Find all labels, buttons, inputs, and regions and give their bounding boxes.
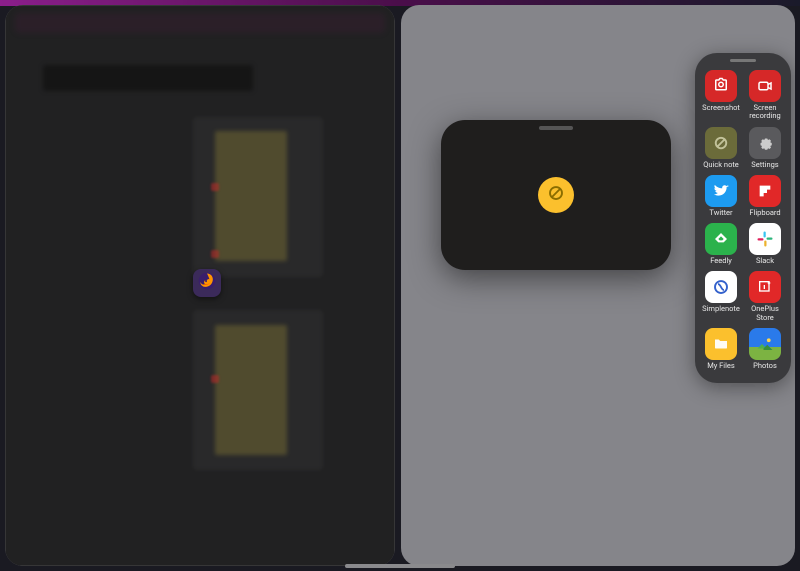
sidebar-item-my-files[interactable]: My Files	[701, 325, 741, 371]
floating-note-window[interactable]	[441, 120, 671, 270]
sidebar-drag-handle[interactable]	[730, 59, 756, 62]
sidebar-app-grid: Screenshot Screen recording Quick note	[701, 67, 785, 371]
sidebar-item-label: Flipboard	[749, 209, 780, 217]
block-icon	[547, 184, 565, 206]
firefox-app-badge[interactable]	[193, 269, 221, 297]
smart-sidebar-panel[interactable]: Screenshot Screen recording Quick note	[695, 53, 791, 383]
sidebar-item-label: Screen recording	[749, 104, 781, 121]
oneplus-icon	[749, 271, 781, 303]
left-content-thumb	[215, 131, 287, 261]
sidebar-item-label: Twitter	[709, 209, 732, 217]
split-screen-container: Screenshot Screen recording Quick note	[0, 0, 800, 571]
folder-icon	[705, 328, 737, 360]
left-pane[interactable]	[5, 5, 395, 566]
firefox-icon	[197, 271, 217, 295]
sidebar-item-label: My Files	[707, 362, 735, 370]
sidebar-item-quick-note[interactable]: Quick note	[701, 124, 741, 170]
sidebar-item-label: Settings	[751, 161, 778, 169]
sidebar-item-label: Feedly	[710, 257, 732, 265]
record-icon	[749, 70, 781, 102]
left-badge-dot	[211, 250, 219, 258]
sidebar-item-simplenote[interactable]: Simplenote	[701, 268, 741, 323]
flipboard-icon	[749, 175, 781, 207]
home-indicator[interactable]	[345, 564, 455, 568]
gear-icon	[749, 127, 781, 159]
twitter-icon	[705, 175, 737, 207]
right-pane[interactable]: Screenshot Screen recording Quick note	[401, 5, 795, 566]
photos-icon	[749, 328, 781, 360]
sidebar-item-label: Slack	[756, 257, 774, 265]
screenshot-icon	[705, 70, 737, 102]
sidebar-item-flipboard[interactable]: Flipboard	[745, 172, 785, 218]
left-content-thumb	[215, 325, 287, 455]
left-badge-dot	[211, 375, 219, 383]
sidebar-item-screen-recording[interactable]: Screen recording	[745, 67, 785, 122]
feedly-icon	[705, 223, 737, 255]
left-page-heading-blur	[43, 65, 253, 91]
sidebar-item-twitter[interactable]: Twitter	[701, 172, 741, 218]
floating-window-drag-handle[interactable]	[539, 126, 573, 130]
sidebar-item-label: Screenshot	[702, 104, 740, 112]
floating-window-center-button[interactable]	[538, 177, 574, 213]
sidebar-item-label: Simplenote	[702, 305, 740, 313]
sidebar-item-slack[interactable]: Slack	[745, 220, 785, 266]
block-icon	[705, 127, 737, 159]
left-badge-dot	[211, 183, 219, 191]
sidebar-item-label: OnePlus Store	[751, 305, 779, 322]
slack-icon	[749, 223, 781, 255]
sidebar-item-label: Quick note	[703, 161, 739, 169]
sidebar-item-screenshot[interactable]: Screenshot	[701, 67, 741, 122]
sidebar-item-label: Photos	[753, 362, 777, 370]
sidebar-item-photos[interactable]: Photos	[745, 325, 785, 371]
sidebar-item-settings[interactable]: Settings	[745, 124, 785, 170]
sidebar-item-oneplus-store[interactable]: OnePlus Store	[745, 268, 785, 323]
simplenote-icon	[705, 271, 737, 303]
left-address-bar-blur	[15, 13, 385, 33]
sidebar-item-feedly[interactable]: Feedly	[701, 220, 741, 266]
